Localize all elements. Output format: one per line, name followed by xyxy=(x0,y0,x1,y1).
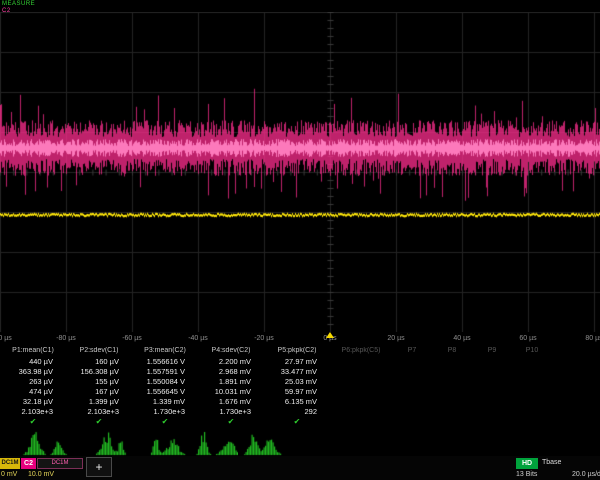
measurement-cell: 1.339 mV xyxy=(132,397,198,407)
measurement-cell: 10.031 mV xyxy=(198,387,264,397)
measurement-row-min: 263 µV 155 µV 1.550084 V 1.891 mV 25.03 … xyxy=(0,377,600,387)
top-left-status-line1: MEASURE xyxy=(2,1,35,7)
hd-mode-badge[interactable]: HD xyxy=(516,458,538,469)
time-tick: 40 µs xyxy=(453,335,470,342)
measurement-cell: 32.18 µV xyxy=(0,397,66,407)
histicon-p4 xyxy=(192,430,238,456)
time-axis: -100 µs -80 µs -60 µs -40 µs -20 µs 0 µs… xyxy=(0,332,600,346)
measurement-cell: 2.103e+3 xyxy=(0,407,66,417)
hd-bits-readout: 13 Bits xyxy=(516,471,537,478)
measurement-cell: 1.730e+3 xyxy=(198,407,264,417)
measurement-cell: 2.200 mV xyxy=(198,357,264,367)
measurement-cell: 59.97 mV xyxy=(264,387,330,397)
c1-offset-readout: 0 mV xyxy=(1,471,17,478)
descriptor-bar: DC1M C2 DC1M 0 mV 10.0 mV + HD Tbase 13 … xyxy=(0,456,600,480)
histicon-p1 xyxy=(22,430,68,456)
measurement-cell: 263 µV xyxy=(0,377,66,387)
measurement-cell: 1.557591 V xyxy=(132,367,198,377)
param-header-p5[interactable]: P5:pkpk(C2) xyxy=(264,347,330,357)
histicon-p5 xyxy=(238,430,284,456)
time-tick: -40 µs xyxy=(188,335,208,342)
timebase-tdiv-readout: 20.0 µs/div xyxy=(572,471,600,478)
time-tick: -100 µs xyxy=(0,335,12,342)
measurement-cell: 1.399 µV xyxy=(66,397,132,407)
time-tick: -80 µs xyxy=(56,335,76,342)
measurement-cell: 1.556616 V xyxy=(132,357,198,367)
c1-vdiv-readout: 10.0 mV xyxy=(28,471,54,478)
measurement-row-mean: 363.98 µV 156.308 µV 1.557591 V 2.968 mV… xyxy=(0,367,600,377)
timebase-descriptor-label[interactable]: Tbase xyxy=(542,459,561,466)
waveform-grid-canvas[interactable] xyxy=(0,12,600,332)
measurement-cell: 292 xyxy=(264,407,330,417)
measurement-cell: 160 µV xyxy=(66,357,132,367)
param-header-p10[interactable]: P10 xyxy=(512,347,552,357)
add-trace-button[interactable]: + xyxy=(86,457,112,477)
status-check-icon: ✔ xyxy=(264,417,330,427)
measurement-cell: 1.556645 V xyxy=(132,387,198,397)
measurement-cell: 440 µV xyxy=(0,357,66,367)
time-tick: -20 µs xyxy=(254,335,274,342)
measurement-cell: 1.550084 V xyxy=(132,377,198,387)
param-header-p6[interactable]: P6:pkpk(C5) xyxy=(330,347,392,357)
status-check-icon: ✔ xyxy=(0,417,66,427)
param-header-p3[interactable]: P3:mean(C2) xyxy=(132,347,198,357)
measurement-row-max: 474 µV 167 µV 1.556645 V 10.031 mV 59.97… xyxy=(0,387,600,397)
param-header-p7[interactable]: P7 xyxy=(392,347,432,357)
measurement-cell: 1.730e+3 xyxy=(132,407,198,417)
measurement-row-value: 440 µV 160 µV 1.556616 V 2.200 mV 27.97 … xyxy=(0,357,600,367)
param-header-p4[interactable]: P4:sdev(C2) xyxy=(198,347,264,357)
c2-channel-tab[interactable]: C2 xyxy=(21,458,36,469)
measurement-header-row: P1:mean(C1) P2:sdev(C1) P3:mean(C2) P4:s… xyxy=(0,347,600,357)
param-header-p9[interactable]: P9 xyxy=(472,347,512,357)
measurement-cell: 6.135 mV xyxy=(264,397,330,407)
measurement-cell: 1.891 mV xyxy=(198,377,264,387)
measurement-cell: 156.308 µV xyxy=(66,367,132,377)
param-header-p2[interactable]: P2:sdev(C1) xyxy=(66,347,132,357)
trigger-position-marker[interactable] xyxy=(326,332,334,338)
histicon-p2 xyxy=(90,430,136,456)
c1-coupling-badge[interactable]: DC1M xyxy=(0,458,20,469)
time-tick: -60 µs xyxy=(122,335,142,342)
measurement-cell: 2.103e+3 xyxy=(66,407,132,417)
status-check-icon: ✔ xyxy=(198,417,264,427)
status-check-icon: ✔ xyxy=(132,417,198,427)
measurement-cell: 1.676 mV xyxy=(198,397,264,407)
measurement-cell: 167 µV xyxy=(66,387,132,397)
time-tick: 60 µs xyxy=(519,335,536,342)
measurement-row-status: ✔ ✔ ✔ ✔ ✔ xyxy=(0,417,600,427)
param-header-p1[interactable]: P1:mean(C1) xyxy=(0,347,66,357)
measurement-cell: 27.97 mV xyxy=(264,357,330,367)
measurement-cell: 155 µV xyxy=(66,377,132,387)
measurement-cell: 25.03 mV xyxy=(264,377,330,387)
histicon-p3 xyxy=(148,430,194,456)
measurement-cell: 2.968 mV xyxy=(198,367,264,377)
measurement-row-sdev: 32.18 µV 1.399 µV 1.339 mV 1.676 mV 6.13… xyxy=(0,397,600,407)
oscilloscope-screen: MEASURE C2 -100 µs -80 µs -60 µs -40 µs … xyxy=(0,0,600,480)
measurement-cell: 33.477 mV xyxy=(264,367,330,377)
measurement-table: P1:mean(C1) P2:sdev(C1) P3:mean(C2) P4:s… xyxy=(0,347,600,427)
measurement-row-num: 2.103e+3 2.103e+3 1.730e+3 1.730e+3 292 xyxy=(0,407,600,417)
measurement-cell: 474 µV xyxy=(0,387,66,397)
param-header-p8[interactable]: P8 xyxy=(432,347,472,357)
c2-coupling-badge[interactable]: DC1M xyxy=(37,458,83,469)
measurement-cell: 363.98 µV xyxy=(0,367,66,377)
time-tick: 80 µs xyxy=(585,335,600,342)
status-check-icon: ✔ xyxy=(66,417,132,427)
time-tick: 20 µs xyxy=(387,335,404,342)
